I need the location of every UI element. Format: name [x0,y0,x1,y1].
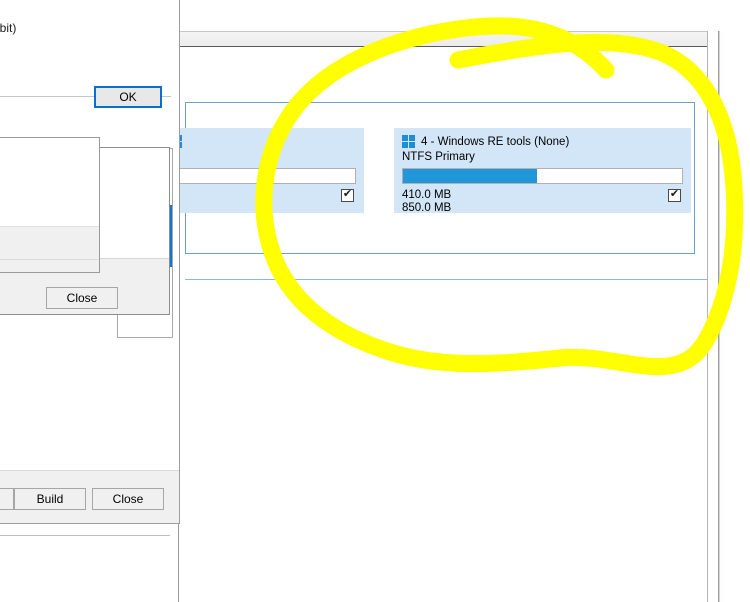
main-window-body: 4 - Windows RE tools (None) NTFS Primary… [161,47,718,602]
main-window-titlebar[interactable] [179,32,718,47]
partition-checkbox[interactable] [668,188,681,202]
partition-list-container: 4 - Windows RE tools (None) NTFS Primary… [161,102,695,254]
main-application-window: 4 - Windows RE tools (None) NTFS Primary… [161,31,718,602]
partition-sizes: 410.0 MB 850.0 MB [402,189,451,214]
partition-usage-bar [169,168,356,184]
builder-window-title: 4-bit) [0,21,17,35]
partition-title-row: 4 - Windows RE tools (None) [402,134,683,149]
partition-usage-bar [402,168,683,184]
message-dialog [0,137,100,273]
secondary-dialog-close-button[interactable]: Close [46,287,118,309]
partition-subtitle: NTFS Primary [402,151,475,163]
windows-logo-icon [402,135,415,148]
main-window-outer-edge [719,31,725,602]
footer-extra-button[interactable] [0,488,14,510]
message-dialog-content [0,138,99,226]
ok-button[interactable]: OK [94,86,162,108]
partition-card[interactable] [161,128,364,213]
partition-footer [169,188,356,202]
partition-total-size: 850.0 MB [402,201,452,214]
message-dialog-footer-line [0,259,99,260]
close-button[interactable]: Close [92,488,164,510]
partition-used-size: 410.0 MB [402,189,452,201]
partition-checkbox[interactable] [341,188,354,202]
message-dialog-buttonbar [0,226,99,272]
build-button[interactable]: Build [14,488,86,510]
desktop-background: 4 - Windows RE tools (None) NTFS Primary… [0,0,750,602]
main-window-scrollbar[interactable] [707,31,719,602]
partition-usage-fill [403,169,537,183]
partition-subtitle [169,151,356,165]
section-divider [185,279,717,280]
builder-window-bottom-panel [0,524,170,536]
partition-card[interactable]: 4 - Windows RE tools (None) NTFS Primary… [394,128,691,214]
partition-footer: 410.0 MB 850.0 MB [402,188,683,214]
partition-title-row [169,134,356,149]
partition-title: 4 - Windows RE tools (None) [421,135,570,148]
